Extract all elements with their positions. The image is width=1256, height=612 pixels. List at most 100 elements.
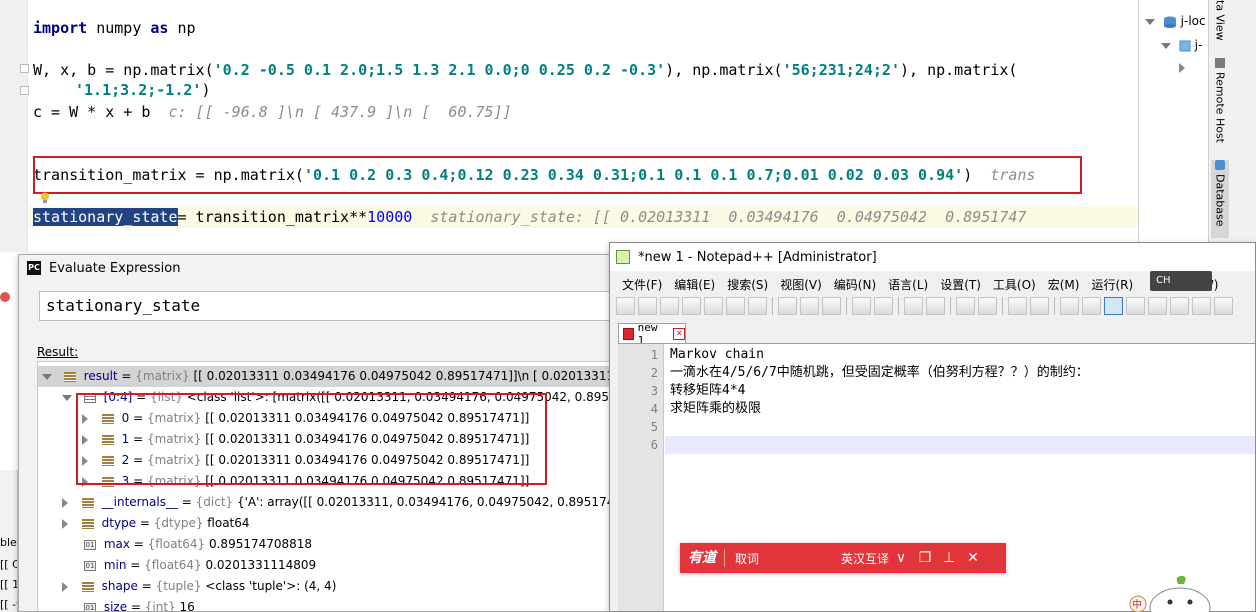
tree-row-internals[interactable]: __internals__ = {dict} {'A': array([[ 0.… — [38, 492, 609, 513]
fragment-text: [[ -9 — [0, 598, 17, 611]
code-line-1: import numpy as np — [33, 19, 196, 37]
window-title: *new 1 - Notepad++ [Administrator] — [638, 249, 877, 265]
close-file-icon[interactable] — [704, 297, 723, 315]
result-label: Result: — [37, 345, 79, 359]
chevron-right-icon — [62, 497, 68, 508]
matrix-icon — [63, 371, 76, 382]
fold-marker[interactable] — [20, 86, 29, 95]
code-line-5: c = W * x + b c: [[ -96.8 ]\n [ 437.9 ]\… — [33, 103, 512, 121]
dict-icon — [81, 497, 94, 508]
dialog-titlebar[interactable]: PC Evaluate Expression — [19, 255, 609, 281]
number-icon: 01 — [84, 539, 96, 550]
project-tree-item[interactable] — [1179, 60, 1185, 74]
copy-icon[interactable] — [800, 297, 819, 315]
close-icon[interactable]: × — [673, 327, 686, 340]
find-icon[interactable] — [904, 297, 923, 315]
menu-file[interactable]: 文件(F) — [616, 273, 668, 293]
tab-database[interactable]: Database — [1211, 160, 1229, 238]
chevron-right-icon — [1179, 62, 1185, 73]
undo-icon[interactable] — [852, 297, 871, 315]
save-icon[interactable] — [660, 297, 679, 315]
project-tree-item[interactable]: j- — [1161, 38, 1202, 52]
cut-icon[interactable] — [778, 297, 797, 315]
tree-row-dtype[interactable]: dtype = {dtype} float64 — [38, 513, 609, 534]
zoom-in-icon[interactable] — [956, 297, 975, 315]
toolbar-separator — [846, 297, 847, 315]
menu-view[interactable]: 视图(V) — [774, 273, 828, 293]
fragment-text: ble — [0, 536, 17, 549]
restore-icon[interactable]: ❐ — [913, 550, 937, 566]
text-line: 求矩阵乘的极限 — [670, 401, 762, 416]
indent-guide-icon[interactable] — [1104, 297, 1123, 315]
pin-icon[interactable]: ⊥ — [937, 550, 961, 566]
editor-gutter — [0, 0, 28, 252]
zoom-out-icon[interactable] — [978, 297, 997, 315]
tree-row-shape[interactable]: shape = {tuple} <class 'tuple'>: (4, 4) — [38, 576, 609, 597]
replace-icon[interactable] — [926, 297, 945, 315]
right-tool-strip: ta View Remote Host Database — [1208, 0, 1256, 252]
mascot-glyph: 中 — [1132, 598, 1142, 611]
translate-mode[interactable]: 英汉互译 — [835, 550, 889, 567]
menu-edit[interactable]: 编辑(E) — [668, 273, 721, 293]
doc-map-icon[interactable] — [1148, 297, 1167, 315]
remote-host-icon — [1215, 58, 1225, 68]
tree-row-size[interactable]: 01 size = {int} 16 — [38, 597, 609, 611]
chevron-down-icon — [1145, 18, 1155, 25]
lightbulb-icon[interactable] — [40, 192, 50, 204]
text-line: 转移矩阵4*4 — [670, 383, 746, 398]
paste-icon[interactable] — [822, 297, 841, 315]
menu-tools[interactable]: 工具(O) — [987, 273, 1042, 293]
breakpoint-icon[interactable] — [0, 292, 10, 302]
ime-indicator[interactable]: CH — [1150, 271, 1212, 291]
toolbar-separator — [898, 297, 899, 315]
code-editor[interactable]: import numpy as np W, x, b = np.matrix('… — [0, 0, 1138, 252]
toolbar-separator — [1002, 297, 1003, 315]
record-macro-icon[interactable] — [1192, 297, 1211, 315]
open-file-icon[interactable] — [638, 297, 657, 315]
tab-data-view[interactable]: ta View — [1211, 0, 1229, 46]
lang-define-icon[interactable] — [1126, 297, 1145, 315]
sync-horizontal-icon[interactable] — [1030, 297, 1049, 315]
tree-row-max[interactable]: 01 max = {float64} 0.895174708818 — [38, 534, 609, 555]
tree-row-result[interactable]: result = {matrix} [[ 0.02013311 0.034941… — [38, 366, 609, 387]
stop-macro-icon[interactable] — [1214, 297, 1233, 315]
dialog-title: Evaluate Expression — [49, 260, 181, 276]
inline-value-hint: c: [[ -96.8 ]\n [ 437.9 ]\n [ 60.75]] — [168, 103, 512, 121]
capture-word-toggle[interactable]: 取词 — [725, 550, 835, 567]
evaluate-expression-dialog: PC Evaluate Expression stationary_state … — [18, 254, 610, 612]
print-icon[interactable] — [748, 297, 767, 315]
youdao-logo: 有道 — [680, 549, 725, 567]
window-titlebar[interactable]: *new 1 - Notepad++ [Administrator] — [610, 243, 1255, 271]
chevron-down-icon[interactable]: ∨ — [889, 550, 913, 566]
word-wrap-icon[interactable] — [1060, 297, 1079, 315]
annotation-red-box — [33, 156, 1082, 194]
ime-mascot-icon[interactable]: 中 — [1120, 574, 1216, 612]
unsaved-file-icon — [623, 327, 634, 340]
tree-row-min[interactable]: 01 min = {float64} 0.0201331114809 — [38, 555, 609, 576]
fold-marker[interactable] — [20, 64, 29, 73]
menu-search[interactable]: 搜索(S) — [721, 273, 774, 293]
project-panel: j-loc j- — [1138, 0, 1208, 252]
close-icon[interactable]: ✕ — [961, 550, 985, 566]
sync-vertical-icon[interactable] — [1008, 297, 1027, 315]
new-file-icon[interactable] — [616, 297, 635, 315]
save-all-icon[interactable] — [682, 297, 701, 315]
menu-settings[interactable]: 设置(T) — [934, 273, 987, 293]
expression-input[interactable]: stationary_state — [39, 291, 609, 321]
menu-macro[interactable]: 宏(M) — [1042, 273, 1086, 293]
close-all-icon[interactable] — [726, 297, 745, 315]
menu-encoding[interactable]: 编码(N) — [828, 273, 882, 293]
tuple-icon — [81, 581, 94, 592]
schema-icon — [1179, 40, 1191, 51]
tab-new-1[interactable]: new 1 × — [618, 321, 686, 347]
redo-icon[interactable] — [874, 297, 893, 315]
show-all-chars-icon[interactable] — [1082, 297, 1101, 315]
text-line: 一滴水在4/5/6/7中随机跳，但受固定概率（伯努利方程？？）的制约： — [670, 365, 1089, 380]
project-tree-item[interactable]: j-loc — [1145, 14, 1206, 28]
tab-remote-host[interactable]: Remote Host — [1211, 58, 1229, 150]
line-number: 3 — [650, 384, 658, 398]
function-list-icon[interactable] — [1170, 297, 1189, 315]
menu-run[interactable]: 运行(R) — [1085, 273, 1139, 293]
dtype-icon — [81, 518, 94, 529]
menu-language[interactable]: 语言(L) — [882, 273, 934, 293]
